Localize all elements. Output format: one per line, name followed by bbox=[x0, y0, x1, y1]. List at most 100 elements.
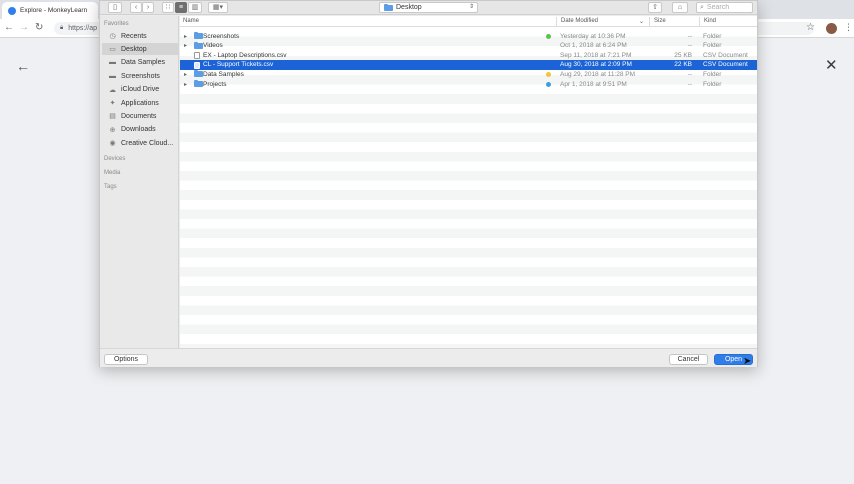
file-date-modified: Yesterday at 10:36 PM bbox=[560, 32, 626, 40]
sidebar-item[interactable]: ▭ Desktop bbox=[102, 43, 178, 56]
dialog-footer: Options Cancel Open bbox=[100, 348, 757, 367]
dialog-toolbar: ▯ ‹ › ∷ ≡ ▥ ▦▾ Desktop ⇕ ⇧ ⌂ ⌕ bbox=[100, 1, 757, 15]
options-button[interactable]: Options bbox=[104, 354, 148, 365]
sidebar-toggle-icon: ▯ bbox=[113, 4, 117, 11]
chevron-left-icon: ‹ bbox=[134, 4, 138, 11]
sidebar-item-label: Screenshots bbox=[121, 72, 160, 80]
file-open-dialog: ▯ ‹ › ∷ ≡ ▥ ▦▾ Desktop ⇕ ⇧ ⌂ ⌕ Favorites… bbox=[99, 0, 758, 367]
reload-icon[interactable]: ↻ bbox=[35, 22, 43, 34]
sidebar-item[interactable]: ⊕ Downloads bbox=[102, 124, 178, 136]
file-name: Videos bbox=[203, 42, 223, 50]
name-column-header[interactable]: Name bbox=[183, 18, 199, 27]
sidebar-item-label: Data Samples bbox=[121, 59, 165, 67]
updown-chevron-icon: ⇕ bbox=[468, 4, 474, 10]
applications-icon: ✦ bbox=[109, 100, 116, 107]
back-button[interactable]: ‹ bbox=[130, 2, 142, 13]
list-icon: ≡ bbox=[178, 4, 184, 11]
file-name: Projects bbox=[203, 80, 227, 88]
search-icon: ⌕ bbox=[700, 3, 704, 11]
sidebar-item[interactable]: ◉ Creative Cloud... bbox=[102, 137, 178, 149]
share-icon: ⇧ bbox=[652, 4, 658, 11]
sidebar-toggle-button[interactable]: ▯ bbox=[108, 2, 122, 13]
disclosure-triangle-icon[interactable]: ▸ bbox=[184, 33, 187, 40]
column-view-button[interactable]: ▥ bbox=[188, 2, 202, 13]
address-text: https://ap bbox=[68, 25, 97, 32]
column-separator bbox=[699, 17, 700, 26]
kind-column-header[interactable]: Kind bbox=[704, 18, 716, 27]
disclosure-triangle-icon[interactable]: ▸ bbox=[184, 81, 187, 88]
mouse-pointer-icon: ➤ bbox=[743, 356, 752, 367]
column-separator bbox=[556, 17, 557, 26]
disclosure-triangle-icon[interactable]: ▸ bbox=[184, 71, 187, 78]
file-size: 25 KB bbox=[674, 51, 692, 59]
document-icon: ▤ bbox=[109, 113, 116, 121]
tag-icon: ⌂ bbox=[677, 4, 683, 11]
file-size: 22 KB bbox=[674, 61, 692, 69]
sidebar-item-label: Creative Cloud... bbox=[121, 139, 174, 147]
file-row[interactable]: ▸ Projects Apr 1, 2018 at 9:51 PM -- Folder bbox=[180, 79, 757, 89]
sidebar-item-label: Documents bbox=[121, 112, 157, 120]
file-size: -- bbox=[687, 70, 692, 78]
file-row[interactable]: ▸ Videos Oct 1, 2018 at 6:24 PM -- Folder bbox=[180, 41, 757, 51]
devices-heading[interactable]: Devices bbox=[104, 156, 125, 162]
size-column-header[interactable]: Size bbox=[654, 18, 666, 27]
grid-icon: ∷ bbox=[165, 4, 171, 11]
share-button[interactable]: ⇧ bbox=[648, 2, 662, 13]
browser-tab[interactable]: Explore - MonkeyLearn bbox=[2, 2, 98, 19]
sidebar-item[interactable]: ◷ Recents bbox=[102, 30, 178, 42]
file-kind: CSV Document bbox=[703, 51, 748, 59]
lock-icon: 🔒︎ bbox=[60, 25, 64, 31]
search-input[interactable] bbox=[706, 4, 751, 11]
forward-icon[interactable]: → bbox=[19, 22, 29, 34]
list-view-button[interactable]: ≡ bbox=[175, 2, 187, 13]
creative-cloud-icon: ◉ bbox=[109, 140, 116, 148]
file-kind: CSV Document bbox=[703, 61, 748, 69]
file-row[interactable]: ▸ Screenshots Yesterday at 10:36 PM -- Folde… bbox=[180, 31, 757, 41]
sidebar-item[interactable]: ▬ Data Samples bbox=[102, 57, 178, 69]
file-date-modified: Apr 1, 2018 at 9:51 PM bbox=[560, 80, 627, 88]
profile-avatar[interactable] bbox=[826, 23, 837, 34]
file-row[interactable]: CL - Support Tickets.csv Aug 30, 2018 at … bbox=[180, 59, 757, 70]
date-column-header[interactable]: Date Modified bbox=[561, 18, 598, 27]
file-date-modified: Aug 29, 2018 at 11:28 PM bbox=[560, 70, 636, 78]
disclosure-triangle-icon[interactable]: ▸ bbox=[184, 42, 187, 49]
sidebar-item[interactable]: ▤ Documents bbox=[102, 110, 178, 122]
file-name: EX - Laptop Descriptions.csv bbox=[203, 51, 287, 59]
gallery-view-button[interactable]: ▦▾ bbox=[208, 2, 228, 13]
file-kind: Folder bbox=[703, 80, 722, 88]
file-row[interactable]: EX - Laptop Descriptions.csv Sep 11, 2018… bbox=[180, 50, 757, 60]
cancel-button[interactable]: Cancel bbox=[669, 354, 708, 365]
location-dropdown[interactable]: Desktop ⇕ bbox=[379, 2, 478, 13]
back-icon[interactable]: ← bbox=[4, 22, 14, 34]
bookmark-star-icon[interactable]: ☆ bbox=[806, 22, 815, 33]
gallery-icon: ▦▾ bbox=[212, 4, 224, 11]
forward-button[interactable]: › bbox=[142, 2, 154, 13]
tag-dot bbox=[546, 34, 551, 39]
tag-button[interactable]: ⌂ bbox=[672, 2, 688, 13]
menu-kebab-icon[interactable]: ⋮ bbox=[844, 22, 853, 33]
sidebar-item-label: Desktop bbox=[121, 45, 147, 53]
icon-view-button[interactable]: ∷ bbox=[162, 2, 174, 13]
tags-heading[interactable]: Tags bbox=[104, 184, 117, 190]
folder-icon: ▬ bbox=[109, 59, 116, 67]
columns-icon: ▥ bbox=[191, 4, 199, 11]
page-close-icon[interactable]: ✕ bbox=[825, 56, 838, 74]
cloud-icon: ☁ bbox=[109, 86, 116, 94]
clock-icon: ◷ bbox=[109, 33, 116, 40]
sidebar-item[interactable]: ☁ iCloud Drive bbox=[102, 84, 178, 96]
page-back-arrow-icon[interactable]: ← bbox=[16, 58, 30, 74]
media-heading[interactable]: Media bbox=[104, 170, 120, 176]
sidebar-item[interactable]: ▬ Screenshots bbox=[102, 70, 178, 82]
file-row[interactable]: ▸ Data Samples Aug 29, 2018 at 11:28 PM -- F… bbox=[180, 69, 757, 79]
sidebar-item-label: Applications bbox=[121, 99, 159, 107]
file-date-modified: Oct 1, 2018 at 6:24 PM bbox=[560, 42, 627, 50]
file-name: CL - Support Tickets.csv bbox=[203, 61, 274, 69]
search-field[interactable]: ⌕ bbox=[696, 2, 753, 13]
sidebar-item[interactable]: ✦ Applications bbox=[102, 97, 178, 109]
file-date-modified: Sep 11, 2018 at 7:21 PM bbox=[560, 51, 632, 59]
file-list: Name Date Modified ⌄ Size Kind ▸ Screensh… bbox=[180, 16, 757, 348]
column-separator bbox=[649, 17, 650, 26]
download-icon: ⊕ bbox=[109, 126, 116, 134]
file-size: -- bbox=[687, 32, 692, 40]
sidebar-item-label: iCloud Drive bbox=[121, 86, 160, 94]
